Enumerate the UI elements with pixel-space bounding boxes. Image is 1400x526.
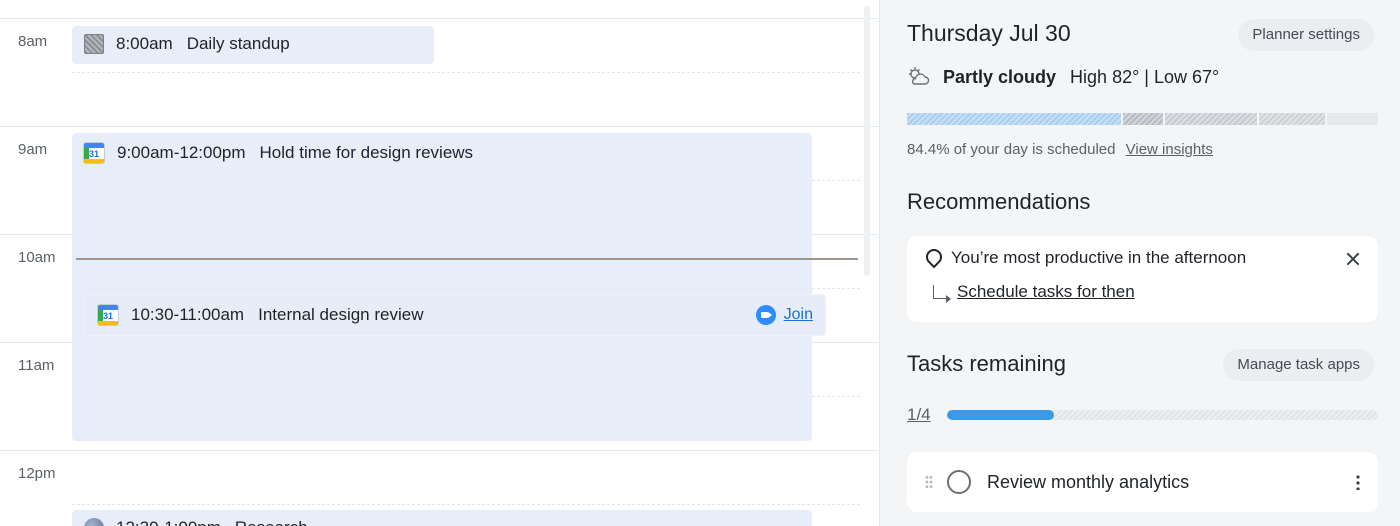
event-internal-design-review[interactable]: 31 10:30-11:00am Internal design review … — [84, 294, 826, 336]
event-time: 12:30-1:00pm — [116, 518, 221, 526]
schedule-percent-text: 84.4% of your day is scheduled — [907, 141, 1116, 158]
hour-label-10am: 10am — [18, 249, 56, 266]
more-options-icon[interactable] — [1356, 474, 1360, 490]
weather-condition: Partly cloudy — [943, 66, 1057, 87]
event-research[interactable]: 12:30-1:00pm Research — [72, 510, 812, 526]
weather-summary: Partly cloudy High 82° | Low 67° — [907, 66, 1219, 88]
schedule-segment — [1123, 113, 1163, 125]
event-daily-standup[interactable]: 8:00am Daily standup — [72, 26, 434, 64]
recommendation-card: You’re most productive in the afternoon … — [907, 236, 1378, 322]
recommendations-heading: Recommendations — [907, 189, 1091, 214]
event-time: 10:30-11:00am — [131, 305, 245, 324]
current-time-indicator — [76, 258, 858, 260]
half-hour-divider — [72, 504, 860, 505]
hour-divider — [0, 450, 878, 451]
location-pin-icon — [925, 249, 939, 267]
hour-label-9am: 9am — [18, 141, 48, 158]
tasks-progress-bar — [946, 410, 1378, 420]
schedule-summary: 84.4% of your day is scheduled View insi… — [907, 141, 1213, 158]
view-insights-link[interactable]: View insights — [1126, 141, 1213, 158]
manage-task-apps-button[interactable]: Manage task apps — [1223, 349, 1374, 381]
join-meeting[interactable]: Join — [755, 305, 825, 325]
event-title: Internal design review — [258, 305, 424, 324]
calendar-scrollbar[interactable] — [864, 6, 870, 276]
planner-panel: Thursday Jul 30 Planner settings Partly … — [879, 0, 1400, 526]
tasks-heading: Tasks remaining — [907, 351, 1066, 376]
tasks-progress-fill — [946, 410, 1055, 420]
event-time: 8:00am — [116, 34, 173, 53]
calendar-day-view: 8am 9am 10am 11am 12pm 8:00am Daily stan… — [0, 0, 878, 526]
google-calendar-icon: 31 — [97, 304, 119, 326]
event-time: 9:00am-12:00pm — [117, 143, 246, 162]
schedule-segment — [1165, 113, 1257, 125]
task-title: Review monthly analytics — [987, 471, 1190, 492]
calendar-icon — [84, 34, 104, 54]
video-icon — [755, 305, 776, 325]
task-checkbox[interactable] — [947, 470, 971, 494]
schedule-free-segment — [1327, 113, 1378, 125]
event-title: Daily standup — [186, 34, 290, 53]
hour-label-8am: 8am — [18, 33, 48, 50]
event-hold-time[interactable]: 31 9:00am-12:00pm Hold time for design r… — [72, 133, 812, 441]
partly-cloudy-icon — [907, 66, 931, 88]
planner-settings-button[interactable]: Planner settings — [1238, 19, 1374, 51]
event-title: Hold time for design reviews — [259, 143, 474, 162]
schedule-segment — [907, 113, 1121, 125]
half-hour-divider — [72, 72, 860, 73]
hour-label-12pm: 12pm — [18, 465, 56, 482]
schedule-bar — [907, 113, 1378, 125]
return-arrow-icon — [933, 285, 951, 303]
drag-handle-icon[interactable] — [925, 475, 933, 489]
schedule-tasks-link[interactable]: Schedule tasks for then — [957, 282, 1135, 302]
hour-divider — [0, 18, 878, 19]
close-icon[interactable] — [1344, 250, 1362, 268]
avatar-icon — [84, 518, 104, 526]
join-link[interactable]: Join — [784, 306, 813, 324]
schedule-segment — [1259, 113, 1325, 125]
weather-temps: High 82° | Low 67° — [1070, 66, 1220, 87]
tasks-progress: 1/4 — [907, 404, 1378, 426]
planner-date: Thursday Jul 30 — [907, 20, 1071, 46]
hour-divider — [0, 126, 878, 127]
tasks-count[interactable]: 1/4 — [907, 405, 931, 425]
google-calendar-icon: 31 — [83, 142, 105, 164]
event-title: Research — [235, 518, 308, 526]
task-item[interactable]: Review monthly analytics — [907, 452, 1378, 512]
recommendation-text: You’re most productive in the afternoon — [951, 248, 1247, 267]
hour-label-11am: 11am — [18, 357, 55, 374]
